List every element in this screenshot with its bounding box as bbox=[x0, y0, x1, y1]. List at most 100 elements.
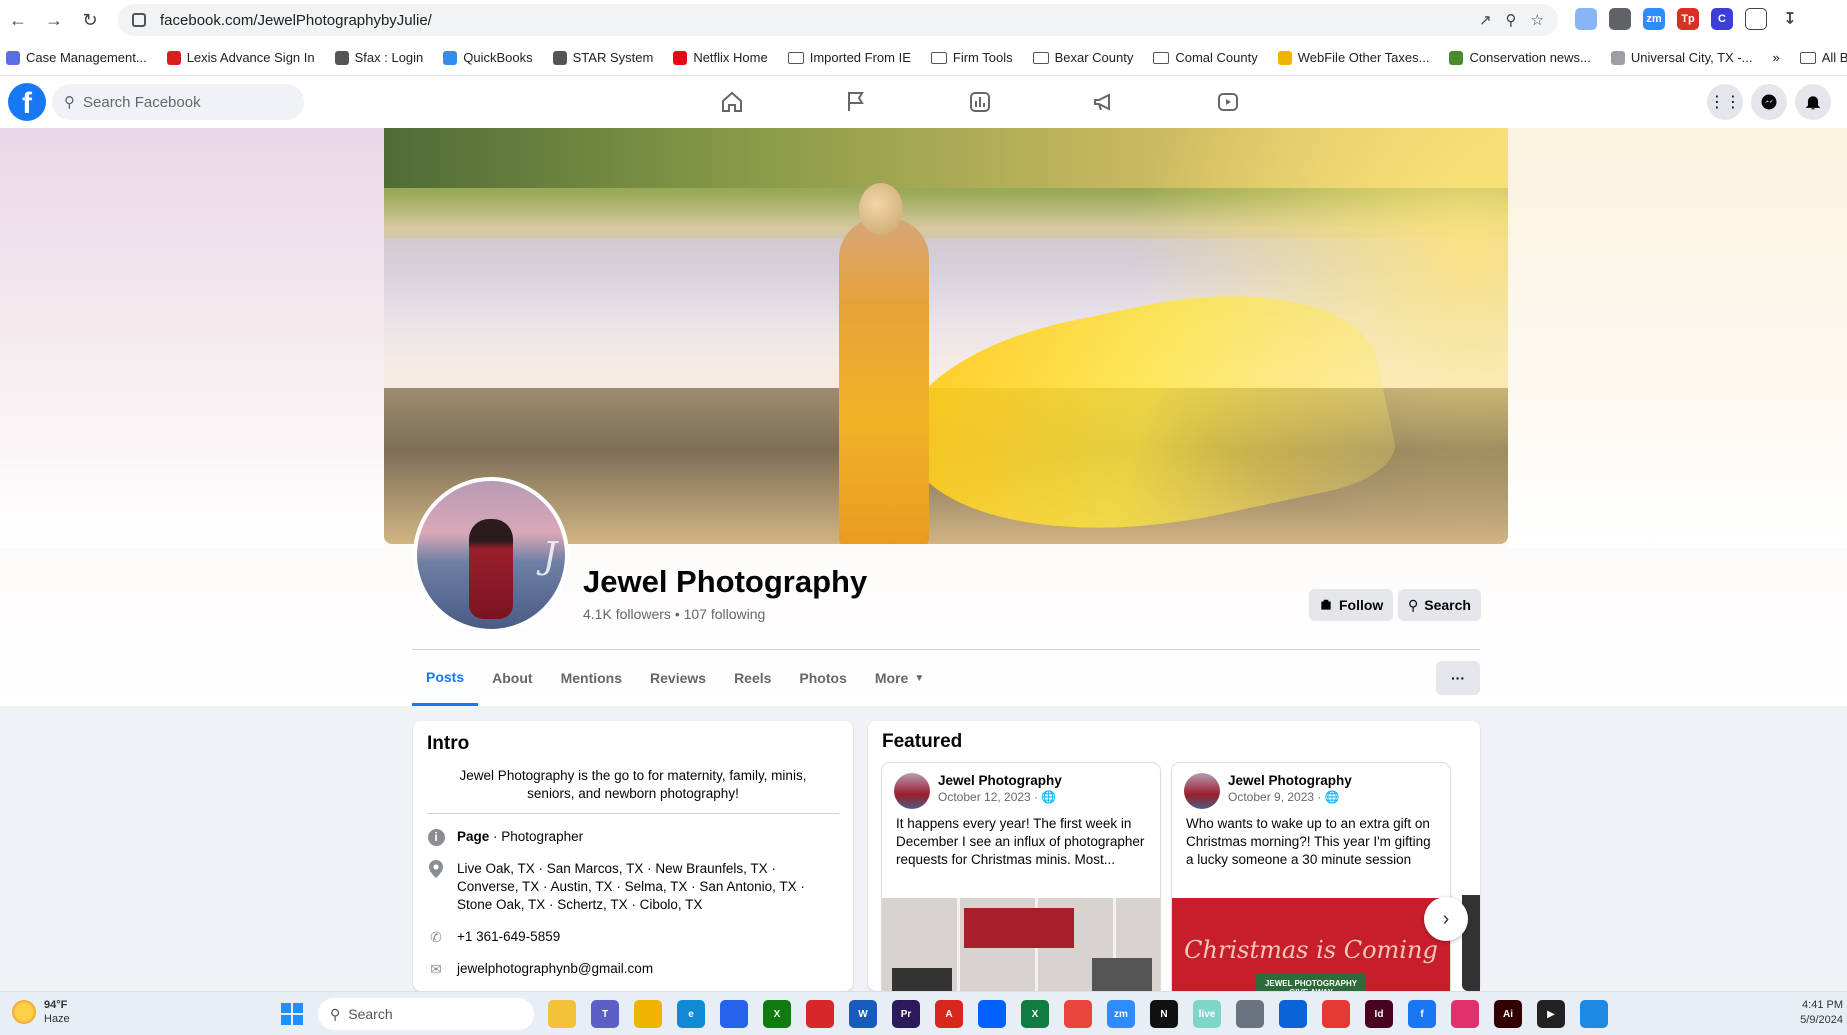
home-icon[interactable] bbox=[670, 76, 794, 128]
cloud-extension-icon[interactable] bbox=[1575, 8, 1597, 30]
reload-icon[interactable]: ↻ bbox=[72, 2, 108, 38]
follower-stats[interactable]: 4.1K followers • 107 following bbox=[583, 606, 765, 622]
post-image[interactable]: Christmas is Coming JEWEL PHOTOGRAPHY GI… bbox=[1172, 898, 1450, 991]
notifications-bell-icon[interactable] bbox=[1795, 84, 1831, 120]
taskbar-search-input[interactable]: ⚲ Search bbox=[318, 998, 534, 1030]
live-icon[interactable]: live bbox=[1193, 1000, 1221, 1028]
premiere-icon[interactable]: Pr bbox=[892, 1000, 920, 1028]
bookmark-folder[interactable]: Firm Tools bbox=[930, 50, 1013, 65]
post-date[interactable]: October 9, 2023 · bbox=[1228, 790, 1325, 804]
bookmark-folder[interactable]: Bexar County bbox=[1032, 50, 1133, 65]
email-text[interactable]: jewelphotographynb@gmail.com bbox=[457, 960, 653, 978]
bookmark-item[interactable]: Netflix Home bbox=[673, 50, 768, 65]
zoom-extension-icon[interactable]: zm bbox=[1643, 8, 1665, 30]
tab-posts[interactable]: Posts bbox=[412, 650, 479, 706]
page-search-button[interactable]: ⚲ Search bbox=[1398, 589, 1481, 621]
favicon-icon bbox=[673, 50, 688, 65]
bookmark-item[interactable]: Lexis Advance Sign In bbox=[166, 50, 315, 65]
caret-down-icon: ▼ bbox=[914, 672, 925, 684]
featured-post[interactable]: Jewel Photography October 9, 2023 · 🌐 Wh… bbox=[1172, 763, 1450, 991]
facebook-logo[interactable]: f bbox=[8, 83, 46, 121]
forward-icon[interactable]: → bbox=[36, 2, 72, 38]
bookmark-item[interactable]: Universal City, TX -... bbox=[1610, 50, 1753, 65]
facebook-search-input[interactable]: ⚲ Search Facebook bbox=[52, 84, 304, 120]
download-icon[interactable]: ↧ bbox=[1779, 8, 1801, 30]
tab-reviews[interactable]: Reviews bbox=[636, 650, 720, 706]
post-image[interactable] bbox=[882, 898, 1160, 991]
media-player-icon[interactable]: ▶ bbox=[1537, 1000, 1565, 1028]
site-settings-icon[interactable] bbox=[132, 13, 146, 27]
chrome-icon[interactable] bbox=[1064, 1000, 1092, 1028]
tab-photos[interactable]: Photos bbox=[785, 650, 860, 706]
bookmark-item[interactable]: QuickBooks bbox=[443, 50, 533, 65]
extension-icon[interactable] bbox=[1609, 8, 1631, 30]
post-author[interactable]: Jewel Photography bbox=[1228, 773, 1352, 788]
bookmark-item[interactable]: STAR System bbox=[552, 50, 654, 65]
tab-more[interactable]: More ▼ bbox=[861, 650, 938, 706]
edge-icon[interactable]: e bbox=[677, 1000, 705, 1028]
puzzle-extensions-icon[interactable] bbox=[1745, 8, 1767, 30]
xbox-icon[interactable]: X bbox=[763, 1000, 791, 1028]
c-extension-icon[interactable]: C bbox=[1711, 8, 1733, 30]
onedrive-icon[interactable] bbox=[1279, 1000, 1307, 1028]
indesign-icon[interactable]: Id bbox=[1365, 1000, 1393, 1028]
weather-temp: 94°F bbox=[44, 999, 68, 1011]
illustrator-icon[interactable]: Ai bbox=[1494, 1000, 1522, 1028]
menu-grid-icon[interactable]: ⋮⋮ bbox=[1707, 84, 1743, 120]
folders-icon[interactable] bbox=[634, 1000, 662, 1028]
app-red-icon[interactable] bbox=[806, 1000, 834, 1028]
insights-icon[interactable] bbox=[918, 76, 1042, 128]
bookmark-item[interactable]: WebFile Other Taxes... bbox=[1277, 50, 1429, 65]
excel-icon[interactable]: X bbox=[1021, 1000, 1049, 1028]
all-bookmarks-folder[interactable]: All B bbox=[1799, 50, 1847, 65]
system-clock[interactable]: 4:41 PM 5/9/2024 bbox=[1800, 998, 1843, 1028]
file-explorer-icon[interactable] bbox=[548, 1000, 576, 1028]
weather-widget[interactable]: 94°F Haze bbox=[12, 998, 70, 1026]
tab-about[interactable]: About bbox=[478, 650, 546, 706]
post-text: Who wants to wake up to an extra gift on… bbox=[1186, 816, 1431, 867]
tab-reels[interactable]: Reels bbox=[720, 650, 785, 706]
store-icon[interactable] bbox=[720, 1000, 748, 1028]
bookmark-item[interactable]: Sfax : Login bbox=[334, 50, 423, 65]
profile-avatar[interactable]: J bbox=[413, 477, 569, 633]
ad-center-megaphone-icon[interactable] bbox=[1042, 76, 1166, 128]
word-icon[interactable]: W bbox=[849, 1000, 877, 1028]
post-date[interactable]: October 12, 2023 · bbox=[938, 790, 1041, 804]
notion-icon[interactable]: N bbox=[1150, 1000, 1178, 1028]
video-icon[interactable] bbox=[1166, 76, 1290, 128]
app-stack-icon[interactable] bbox=[1322, 1000, 1350, 1028]
bookmark-folder[interactable]: Comal County bbox=[1153, 50, 1258, 65]
zoom-icon[interactable]: ⚲ bbox=[1506, 11, 1517, 29]
zoom-icon[interactable]: zm bbox=[1107, 1000, 1135, 1028]
more-options-button[interactable]: ··· bbox=[1436, 661, 1480, 695]
bookmark-item[interactable]: Case Management... bbox=[6, 50, 147, 65]
follow-button[interactable]: Follow bbox=[1309, 589, 1394, 621]
pages-flag-icon[interactable] bbox=[794, 76, 918, 128]
bookmark-star-icon[interactable]: ☆ bbox=[1531, 11, 1544, 29]
chevron-right-icon[interactable]: › bbox=[1424, 897, 1468, 941]
post-text: It happens every year! The first week in… bbox=[896, 816, 1145, 867]
url-bar[interactable]: facebook.com/JewelPhotographybyJulie/ ↗ … bbox=[118, 4, 1558, 36]
phone-text[interactable]: +1 361-649-5859 bbox=[457, 928, 560, 946]
featured-post[interactable]: Jewel Photography October 12, 2023 · 🌐 I… bbox=[882, 763, 1160, 991]
acrobat-icon[interactable]: A bbox=[935, 1000, 963, 1028]
bookmark-label: STAR System bbox=[572, 50, 654, 65]
facebook-icon[interactable]: f bbox=[1408, 1000, 1436, 1028]
windows-start-icon[interactable] bbox=[281, 1003, 303, 1025]
tab-mentions[interactable]: Mentions bbox=[547, 650, 636, 706]
bookmark-item[interactable]: Conservation news... bbox=[1449, 50, 1591, 65]
messenger-icon[interactable] bbox=[1751, 84, 1787, 120]
bookmarks-overflow-icon[interactable]: » bbox=[1773, 50, 1780, 65]
intro-location-row: Live Oak, TX · San Marcos, TX · New Brau… bbox=[427, 860, 839, 914]
dropbox-icon[interactable] bbox=[978, 1000, 1006, 1028]
post-author[interactable]: Jewel Photography bbox=[938, 773, 1062, 788]
calculator-icon[interactable] bbox=[1236, 1000, 1264, 1028]
snipping-icon[interactable] bbox=[1580, 1000, 1608, 1028]
back-icon[interactable]: ← bbox=[0, 2, 36, 38]
teams-icon[interactable]: T bbox=[591, 1000, 619, 1028]
cover-photo[interactable] bbox=[384, 128, 1508, 544]
open-in-app-icon[interactable]: ↗ bbox=[1479, 11, 1492, 29]
tp-extension-icon[interactable]: Tp bbox=[1677, 8, 1699, 30]
instagram-icon[interactable] bbox=[1451, 1000, 1479, 1028]
bookmark-folder[interactable]: Imported From IE bbox=[787, 50, 911, 65]
